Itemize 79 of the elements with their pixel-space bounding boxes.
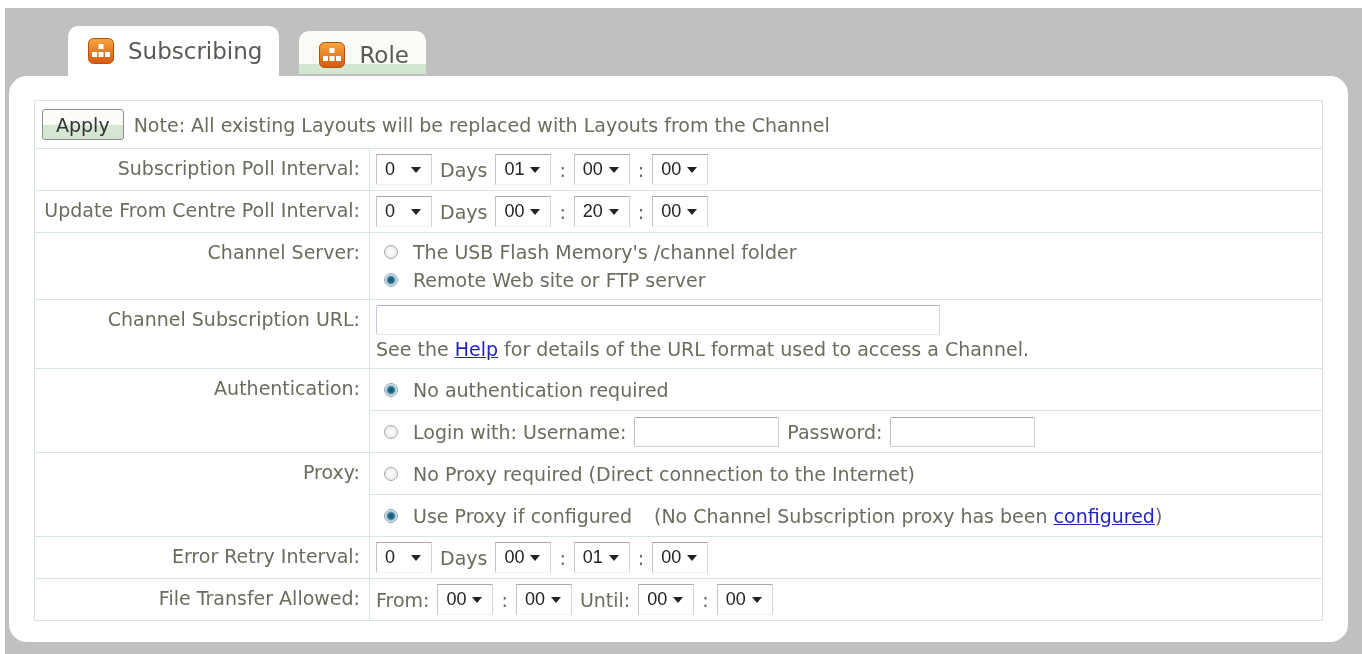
hierarchy-icon xyxy=(319,41,346,68)
hint-link[interactable]: Help xyxy=(454,338,499,360)
dropdown[interactable]: 00 xyxy=(437,584,494,615)
inline-label: : xyxy=(637,546,645,569)
inline-label: Days xyxy=(440,200,488,223)
field-label: Channel Subscription URL: xyxy=(107,308,360,330)
radio-label: Remote Web site or FTP server xyxy=(413,269,706,291)
caret-icon xyxy=(687,209,698,215)
field-label: Authentication: xyxy=(214,377,360,399)
apply-button[interactable]: Apply xyxy=(42,109,124,140)
hint-link[interactable]: configured xyxy=(1053,504,1155,527)
dropdown[interactable]: 00 xyxy=(652,154,709,185)
inline-label: From: xyxy=(376,588,430,611)
dropdown[interactable]: 00 xyxy=(638,584,695,615)
dropdown[interactable]: 00 xyxy=(652,542,709,573)
hint-text: (No Channel Subscription proxy has been configured) xyxy=(653,504,1163,527)
radio-label: The USB Flash Memory's /channel folder xyxy=(413,241,797,263)
radio-label: Use Proxy if configured xyxy=(413,504,632,527)
inline-label: Days xyxy=(440,546,488,569)
radio-button[interactable] xyxy=(384,508,398,523)
dropdown[interactable]: 01 xyxy=(573,542,630,573)
inline-label: : xyxy=(501,588,508,611)
dropdown[interactable]: 00 xyxy=(515,584,572,615)
inline-label: : xyxy=(637,158,645,181)
hierarchy-icon xyxy=(88,38,114,64)
field-label: File Transfer Allowed: xyxy=(158,587,360,609)
dropdown[interactable]: 00 xyxy=(495,542,552,573)
note-text: Note: All existing Layouts will be replaced with Layouts from the Channel xyxy=(133,113,830,136)
field-label: Error Retry Interval: xyxy=(171,545,360,567)
text-field[interactable] xyxy=(890,416,1036,447)
caret-icon xyxy=(550,597,561,603)
caret-icon xyxy=(687,167,698,173)
caret-icon xyxy=(608,555,619,561)
radio-label: Login with: Username: xyxy=(413,420,627,443)
caret-icon xyxy=(411,555,421,561)
radio-button[interactable] xyxy=(384,424,398,439)
caret-icon xyxy=(530,167,541,173)
caret-icon xyxy=(687,555,698,561)
dropdown[interactable]: 01 xyxy=(495,154,552,185)
dropdown[interactable]: 00 xyxy=(652,196,709,227)
caret-icon xyxy=(608,167,619,173)
radio-button[interactable] xyxy=(384,466,398,481)
text-field[interactable] xyxy=(634,416,780,447)
caret-icon xyxy=(608,209,619,215)
url-field[interactable] xyxy=(376,305,940,335)
dropdown[interactable]: 0 xyxy=(376,542,432,573)
dropdown[interactable]: 00 xyxy=(495,196,552,227)
dropdown[interactable]: 00 xyxy=(716,584,773,615)
inline-label: : xyxy=(559,546,566,569)
dropdown[interactable]: 00 xyxy=(573,154,630,185)
dropdown[interactable]: 20 xyxy=(573,196,630,227)
inline-label: : xyxy=(559,158,566,181)
caret-icon xyxy=(411,209,421,215)
radio-button[interactable] xyxy=(384,273,398,287)
hint-text: See the Help for details of the URL format used to access a Channel. xyxy=(376,338,1029,360)
caret-icon xyxy=(411,167,421,173)
caret-icon xyxy=(751,597,762,603)
inline-label: Password: xyxy=(787,420,883,443)
inline-label: : xyxy=(637,200,645,223)
inline-label: Days xyxy=(440,158,488,181)
field-label: Channel Server: xyxy=(207,241,360,263)
radio-button[interactable] xyxy=(384,245,398,259)
radio-label: No authentication required xyxy=(413,378,669,401)
field-label: Proxy: xyxy=(302,461,360,483)
radio-label: No Proxy required (Direct connection to the Internet) xyxy=(413,462,915,485)
inline-label: : xyxy=(702,588,709,611)
inline-label: Until: xyxy=(579,588,631,611)
caret-icon xyxy=(530,209,541,215)
caret-icon xyxy=(530,555,541,561)
tab[interactable]: Role xyxy=(299,31,426,74)
field-label: Subscription Poll Interval: xyxy=(117,157,360,179)
inline-label: : xyxy=(559,200,566,223)
radio-button[interactable] xyxy=(384,382,398,397)
caret-icon xyxy=(472,597,483,603)
dropdown[interactable]: 0 xyxy=(376,196,432,227)
tab[interactable]: Subscribing xyxy=(68,26,280,76)
field-label: Update From Centre Poll Interval: xyxy=(44,199,360,221)
caret-icon xyxy=(673,597,684,603)
dropdown[interactable]: 0 xyxy=(376,154,432,185)
